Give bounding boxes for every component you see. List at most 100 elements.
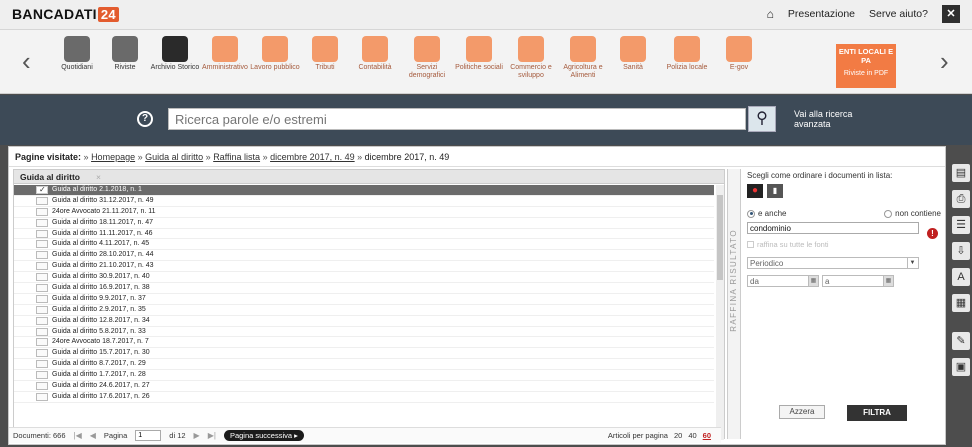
row-checkbox[interactable] xyxy=(36,371,48,380)
raffina-toggle[interactable]: RAFFINA RISULTATO xyxy=(727,169,741,439)
row-checkbox[interactable] xyxy=(36,251,48,260)
scrollbar-thumb[interactable] xyxy=(717,195,723,280)
calendar-icon[interactable]: ▦ xyxy=(808,276,818,286)
per-page-60[interactable]: 60 xyxy=(703,431,711,440)
search-button[interactable]: ⚲ xyxy=(748,106,776,132)
per-page-40[interactable]: 40 xyxy=(688,431,696,440)
crumb-dicembre[interactable]: dicembre 2017, n. 49 xyxy=(270,152,355,162)
list-item[interactable]: Guida al diritto 15.7.2017, n. 30 xyxy=(14,348,714,360)
list-item[interactable]: Guida al diritto 8.7.2017, n. 29 xyxy=(14,359,714,371)
list-item[interactable]: Guida al diritto 4.11.2017, n. 45 xyxy=(14,239,714,251)
list-item[interactable]: Guida al diritto 31.12.2017, n. 49 xyxy=(14,196,714,207)
cat-polizia-locale[interactable]: Polizia locale xyxy=(662,36,712,72)
row-checkbox[interactable] xyxy=(36,382,48,391)
font-size-icon[interactable]: A xyxy=(952,268,970,286)
radio-non-contiene[interactable]: non contiene xyxy=(884,209,941,218)
periodico-select[interactable]: Periodico ▼ xyxy=(747,257,919,269)
list-icon[interactable]: ☰ xyxy=(952,216,970,234)
close-icon[interactable]: ✕ xyxy=(942,5,960,23)
tab-guida-al-diritto[interactable]: Guida al diritto × xyxy=(14,170,724,184)
serve-aiuto-link[interactable]: Serve aiuto? xyxy=(869,8,928,20)
list-item[interactable]: Guida al diritto 11.11.2017, n. 46 xyxy=(14,229,714,240)
row-checkbox[interactable] xyxy=(36,316,48,325)
cat-amministrativo[interactable]: Amministrativo xyxy=(200,36,250,72)
cat-contabilita[interactable]: Contabilità xyxy=(350,36,400,72)
presentazione-link[interactable]: Presentazione xyxy=(788,8,855,20)
cat-riviste[interactable]: Riviste xyxy=(100,36,150,72)
list-item[interactable]: Guida al diritto 5.8.2017, n. 33 xyxy=(14,327,714,338)
list-scrollbar[interactable] xyxy=(716,185,724,440)
row-checkbox[interactable] xyxy=(36,262,48,271)
next-page-icon[interactable]: ▶ xyxy=(194,431,200,440)
prev-page-icon[interactable]: ◀ xyxy=(90,431,96,440)
crumb-guida[interactable]: Guida al diritto xyxy=(145,152,203,162)
page-number-input[interactable] xyxy=(135,430,162,441)
row-checkbox[interactable] xyxy=(36,218,48,227)
crumb-homepage[interactable]: Homepage xyxy=(91,152,135,162)
order-chart-icon[interactable]: ▮ xyxy=(767,184,783,198)
list-item[interactable]: Guida al diritto 2.1.2018, n. 1 xyxy=(14,185,714,196)
layout-icon[interactable]: ▦ xyxy=(952,294,970,312)
list-item[interactable]: Guida al diritto 18.11.2017, n. 47 xyxy=(14,218,714,229)
row-checkbox[interactable] xyxy=(36,207,48,216)
list-item[interactable]: Guida al diritto 17.6.2017, n. 26 xyxy=(14,392,714,403)
row-checkbox[interactable] xyxy=(36,273,48,282)
calendar-icon[interactable]: ▦ xyxy=(883,276,893,286)
list-item[interactable]: Guida al diritto 16.9.2017, n. 38 xyxy=(14,283,714,294)
row-checkbox[interactable] xyxy=(36,327,48,336)
list-item[interactable]: Guida al diritto 12.8.2017, n. 34 xyxy=(14,316,714,327)
row-checkbox[interactable] xyxy=(36,305,48,314)
row-checkbox[interactable] xyxy=(36,240,48,249)
chevron-right-icon[interactable]: › xyxy=(940,46,949,77)
row-checkbox[interactable] xyxy=(36,294,48,303)
row-checkbox[interactable] xyxy=(36,229,48,238)
next-page-button[interactable]: Pagina successiva ▸ xyxy=(223,430,304,441)
order-relevance-icon[interactable]: ● xyxy=(747,184,763,198)
document-icon[interactable]: ▤ xyxy=(952,164,970,182)
per-page-20[interactable]: 20 xyxy=(674,431,682,440)
list-item[interactable]: Guida al diritto 24.6.2017, n. 27 xyxy=(14,381,714,392)
home-icon[interactable]: ⌂ xyxy=(767,7,774,21)
pdf-icon[interactable]: ⇩ xyxy=(952,242,970,260)
list-item[interactable]: 24ore Avvocato 21.11.2017, n. 11 xyxy=(14,207,714,218)
cat-tributi[interactable]: Tributi xyxy=(300,36,350,72)
crumb-raffina[interactable]: Raffina lista xyxy=(213,152,260,162)
refine-term-input[interactable] xyxy=(747,222,919,234)
refine-all-sources[interactable]: raffina su tutte le fonti xyxy=(747,240,941,249)
first-page-icon[interactable]: |◀ xyxy=(74,431,82,440)
list-item[interactable]: 24ore Avvocato 18.7.2017, n. 7 xyxy=(14,337,714,349)
refine-all-checkbox[interactable] xyxy=(747,241,754,248)
list-item[interactable]: Guida al diritto 21.10.2017, n. 43 xyxy=(14,261,714,273)
last-page-icon[interactable]: ▶| xyxy=(208,431,216,440)
row-checkbox[interactable] xyxy=(36,392,48,401)
enti-locali-pa[interactable]: ENTI LOCALI E PA Riviste in PDF xyxy=(836,44,896,88)
edit-icon[interactable]: ✎ xyxy=(952,332,970,350)
cat-lavoro-pubblico[interactable]: Lavoro pubblico xyxy=(250,36,300,72)
list-item[interactable]: Guida al diritto 9.9.2017, n. 37 xyxy=(14,294,714,305)
cat-agricoltura-alimenti[interactable]: Agricoltura e Alimenti xyxy=(558,36,608,80)
radio-e-anche[interactable]: e anche xyxy=(747,209,786,218)
bancadati-logo[interactable]: BANCADATI 24 xyxy=(12,6,119,22)
row-checkbox[interactable] xyxy=(36,284,48,293)
cat-sanita[interactable]: Sanità xyxy=(608,36,658,72)
cat-egov[interactable]: E-gov xyxy=(714,36,764,72)
calendar-icon[interactable]: ▣ xyxy=(952,358,970,376)
row-checkbox[interactable] xyxy=(36,185,48,195)
row-checkbox[interactable] xyxy=(36,349,48,358)
row-checkbox[interactable] xyxy=(36,196,48,205)
help-icon[interactable]: ? xyxy=(137,111,153,127)
cat-commercio-sviluppo[interactable]: Commercio e sviluppo xyxy=(506,36,556,80)
date-to-field[interactable]: a ▦ xyxy=(822,275,894,287)
cat-archivio-storico[interactable]: Archivio Storico xyxy=(150,36,200,72)
cat-quotidiani[interactable]: Quotidiani xyxy=(52,36,102,72)
row-checkbox[interactable] xyxy=(36,338,48,347)
advanced-search-link[interactable]: Vai alla ricerca avanzata xyxy=(794,109,864,129)
chevron-left-icon[interactable]: ‹ xyxy=(22,46,31,77)
list-item[interactable]: Guida al diritto 2.9.2017, n. 35 xyxy=(14,305,714,316)
list-item[interactable]: Guida al diritto 28.10.2017, n. 44 xyxy=(14,250,714,262)
list-item[interactable]: Guida al diritto 1.7.2017, n. 28 xyxy=(14,370,714,382)
filtra-button[interactable]: FILTRA xyxy=(847,405,907,421)
cat-servizi-demografici[interactable]: Servizi demografici xyxy=(402,36,452,80)
date-from-field[interactable]: da ▦ xyxy=(747,275,819,287)
cat-politiche-sociali[interactable]: Politiche sociali xyxy=(454,36,504,72)
